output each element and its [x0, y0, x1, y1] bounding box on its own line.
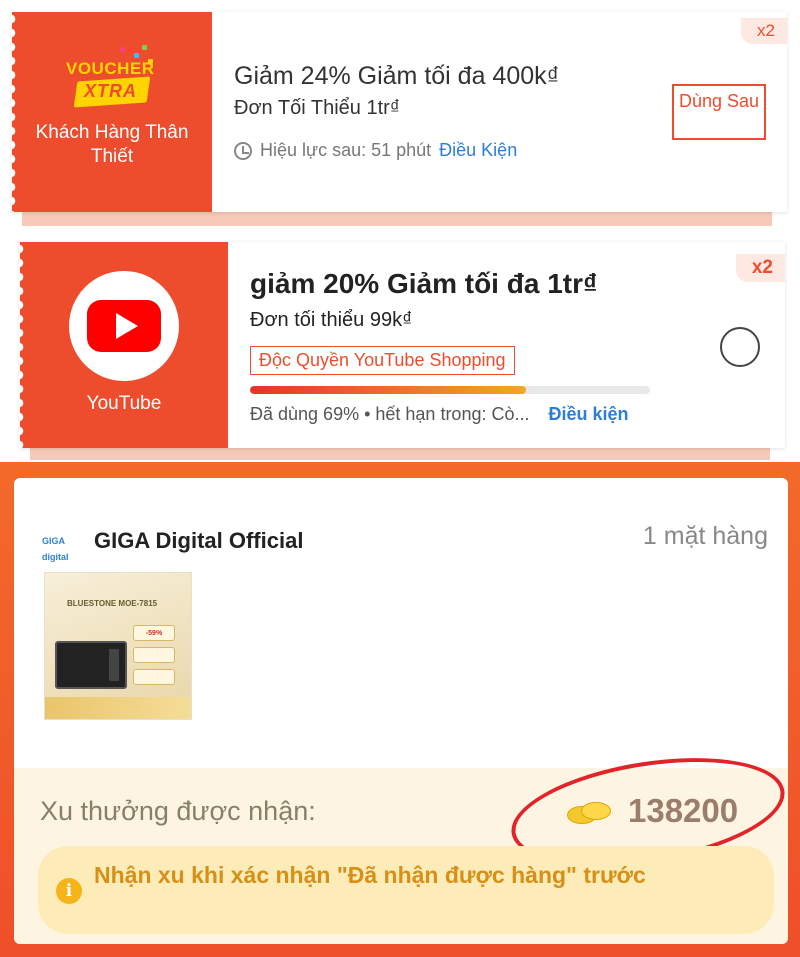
microwave-image — [55, 641, 127, 689]
youtube-logo — [69, 271, 179, 381]
shop-card: GIGA digital GIGA Digital Official 1 mặt… — [14, 478, 788, 944]
shop-name[interactable]: GIGA Digital Official — [94, 528, 303, 554]
info-icon: i — [56, 878, 82, 904]
voucher-side-label: YouTube — [86, 393, 162, 414]
voucher-min-spend: Đơn tối thiểu 99k₫ — [250, 309, 413, 331]
voucher-card-xtra[interactable]: VOUCHER XTRA Khách Hàng Thân Thiết Giảm … — [11, 12, 787, 212]
quantity-badge: x2 — [735, 254, 785, 282]
voucher-side-label: Khách Hàng Thân Thiết — [35, 122, 189, 167]
voucher-min-spend: Đơn Tối Thiểu 1tr₫ — [234, 97, 401, 119]
voucher-brand-text: VOUCHER — [66, 59, 155, 78]
product-brand-text: BLUESTONE MOE-7815 — [67, 599, 158, 608]
notice-text: Nhận xu khi xác nhận "Đã nhận được hàng"… — [94, 862, 646, 888]
reward-label: Xu thưởng được nhận: — [40, 796, 316, 826]
conditions-link[interactable]: Điều Kiện — [439, 140, 517, 161]
use-later-button[interactable]: Dùng Sau — [672, 84, 766, 140]
quantity-badge: x2 — [741, 18, 787, 44]
shop-logo: GIGA digital — [42, 536, 69, 562]
voucher-stub: YouTube — [19, 242, 228, 448]
select-voucher-radio[interactable] — [720, 327, 760, 367]
conditions-link[interactable]: Điều kiện — [549, 404, 629, 424]
usage-progress-fill — [250, 386, 526, 394]
usage-progress-bar — [250, 386, 650, 394]
voucher-title: giảm 20% Giảm tối đa 1tr₫ — [250, 268, 598, 299]
voucher-shadow — [30, 448, 770, 460]
voucher-stub: VOUCHER XTRA Khách Hàng Thân Thiết — [11, 12, 212, 212]
clock-icon — [234, 141, 252, 160]
product-discount-badge: -59% — [133, 625, 175, 641]
reward-area: Xu thưởng được nhận: 138200 i Nhận xu kh… — [14, 741, 788, 944]
youtube-play-icon — [87, 300, 161, 352]
voucher-validity: Hiệu lực sau: 51 phút — [260, 140, 432, 160]
voucher-card-youtube[interactable]: YouTube giảm 20% Giảm tối đa 1tr₫ Đơn tố… — [19, 242, 785, 448]
voucher-xtra-logo: VOUCHER XTRA — [62, 45, 162, 115]
exclusive-tag: Độc Quyền YouTube Shopping — [250, 346, 515, 375]
usage-text: Đã dùng 69% • hết hạn trong: Cò... — [250, 404, 530, 424]
voucher-ribbon-text: XTRA — [84, 81, 137, 101]
product-thumbnail[interactable]: BLUESTONE MOE-7815 -59% — [44, 572, 192, 720]
voucher-title: Giảm 24% Giảm tối đa 400k₫ — [234, 62, 560, 90]
voucher-shadow — [22, 212, 772, 226]
notice-banner: i Nhận xu khi xác nhận "Đã nhận được hàn… — [38, 846, 774, 934]
item-count: 1 mặt hàng — [642, 522, 768, 550]
shop-section: GIGA digital GIGA Digital Official 1 mặt… — [0, 462, 800, 957]
